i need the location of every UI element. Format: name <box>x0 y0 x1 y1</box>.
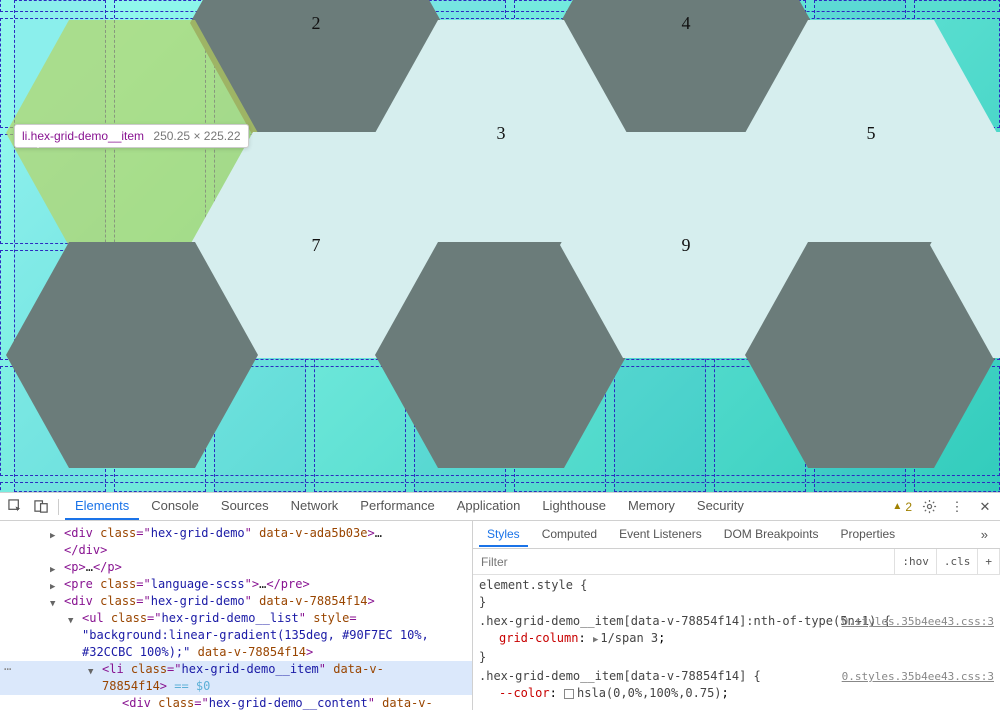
dom-tree-line[interactable]: ▼<div class="hex-grid-demo" data-v-78854… <box>0 593 472 610</box>
tab-security[interactable]: Security <box>687 493 754 520</box>
tab-network[interactable]: Network <box>281 493 349 520</box>
dom-tree-line[interactable]: ▶<p>…</p> <box>0 559 472 576</box>
settings-icon[interactable] <box>918 496 940 518</box>
subtab-computed[interactable]: Computed <box>534 523 605 547</box>
tab-application[interactable]: Application <box>447 493 531 520</box>
rendered-page: 2 4 3 5 1 7 9 li.hex-grid-demo__item 250… <box>0 0 1000 492</box>
cls-toggle[interactable]: .cls <box>937 549 979 574</box>
dom-tree-line[interactable]: ▼<li class="hex-grid-demo__item" data-v- <box>0 661 472 678</box>
rule-source-link[interactable]: 0.styles.35b4ee43.css:3 <box>842 613 994 630</box>
tab-lighthouse[interactable]: Lighthouse <box>532 493 616 520</box>
dom-tree-line[interactable]: ▼<ul class="hex-grid-demo__list" style= <box>0 610 472 627</box>
hex-label: 5 <box>867 123 876 144</box>
styles-rules-body[interactable]: element.style {}0.styles.35b4ee43.css:3.… <box>473 575 1000 710</box>
subtab-properties[interactable]: Properties <box>832 523 903 547</box>
toolbar-separator <box>58 499 59 515</box>
hex-grid-list: 2 4 3 5 1 7 9 <box>0 0 1000 492</box>
subtab-dom-breakpoints[interactable]: DOM Breakpoints <box>716 523 827 547</box>
device-toolbar-icon[interactable] <box>30 496 52 518</box>
css-declaration[interactable]: --color: hsla(0,0%,100%,0.75); <box>479 685 994 702</box>
hex-label: 7 <box>312 235 321 256</box>
tab-memory[interactable]: Memory <box>618 493 685 520</box>
css-rule[interactable]: element.style {} <box>479 577 994 611</box>
warning-count[interactable]: ▲2 <box>892 500 912 514</box>
subtab-event-listeners[interactable]: Event Listeners <box>611 523 710 547</box>
close-icon[interactable]: ✕ <box>974 496 996 518</box>
dom-tree-pane[interactable]: ▶<div class="hex-grid-demo" data-v-ada5b… <box>0 521 472 710</box>
hex-label: 4 <box>682 13 691 34</box>
devtools-panes: ▶<div class="hex-grid-demo" data-v-ada5b… <box>0 521 1000 710</box>
inspect-dimensions: 250.25 × 225.22 <box>153 129 240 143</box>
devtools-toolbar: Elements Console Sources Network Perform… <box>0 493 1000 521</box>
css-rule[interactable]: 0.styles.35b4ee43.css:3.hex-grid-demo__i… <box>479 668 994 702</box>
tab-elements[interactable]: Elements <box>65 493 139 520</box>
tab-console[interactable]: Console <box>141 493 209 520</box>
tab-performance[interactable]: Performance <box>350 493 444 520</box>
styles-pane: Styles Computed Event Listeners DOM Brea… <box>472 521 1000 710</box>
hex-label: 3 <box>497 123 506 144</box>
more-icon[interactable]: ⋮ <box>946 496 968 518</box>
dom-tree-line[interactable]: <div class="hex-grid-demo__content" data… <box>0 695 472 710</box>
subtab-more-icon[interactable]: » <box>975 523 994 546</box>
dom-tree-line[interactable]: #32CCBC 100%);" data-v-78854f14> <box>0 644 472 661</box>
styles-subtabs: Styles Computed Event Listeners DOM Brea… <box>473 521 1000 549</box>
inspect-selector: li.hex-grid-demo__item <box>22 129 144 143</box>
devtools-main-tabs: Elements Console Sources Network Perform… <box>65 493 754 520</box>
dom-tree-line[interactable]: 78854f14> == $0 <box>0 678 472 695</box>
new-rule-button[interactable]: + <box>978 549 1000 574</box>
inspect-tooltip: li.hex-grid-demo__item 250.25 × 225.22 <box>14 124 249 148</box>
styles-filter-row: :hov .cls + <box>473 549 1000 575</box>
warning-icon: ▲ <box>892 501 902 512</box>
css-rule[interactable]: 0.styles.35b4ee43.css:3.hex-grid-demo__i… <box>479 613 994 666</box>
dom-tree-line[interactable]: ▶<div class="hex-grid-demo" data-v-ada5b… <box>0 525 472 542</box>
subtab-styles[interactable]: Styles <box>479 523 528 547</box>
inspect-element-icon[interactable] <box>4 496 26 518</box>
hov-toggle[interactable]: :hov <box>895 549 937 574</box>
dom-tree-line[interactable]: </div> <box>0 542 472 559</box>
tab-sources[interactable]: Sources <box>211 493 279 520</box>
hex-label: 9 <box>682 235 691 256</box>
dom-tree-line[interactable]: "background:linear-gradient(135deg, #90F… <box>0 627 472 644</box>
rule-source-link[interactable]: 0.styles.35b4ee43.css:3 <box>842 668 994 685</box>
devtools-panel: Elements Console Sources Network Perform… <box>0 492 1000 710</box>
dom-tree-line[interactable]: ▶<pre class="language-scss">…</pre> <box>0 576 472 593</box>
hex-label: 2 <box>312 13 321 34</box>
css-declaration[interactable]: grid-column: ▶1/span 3; <box>479 630 994 649</box>
styles-filter-input[interactable] <box>473 555 894 569</box>
